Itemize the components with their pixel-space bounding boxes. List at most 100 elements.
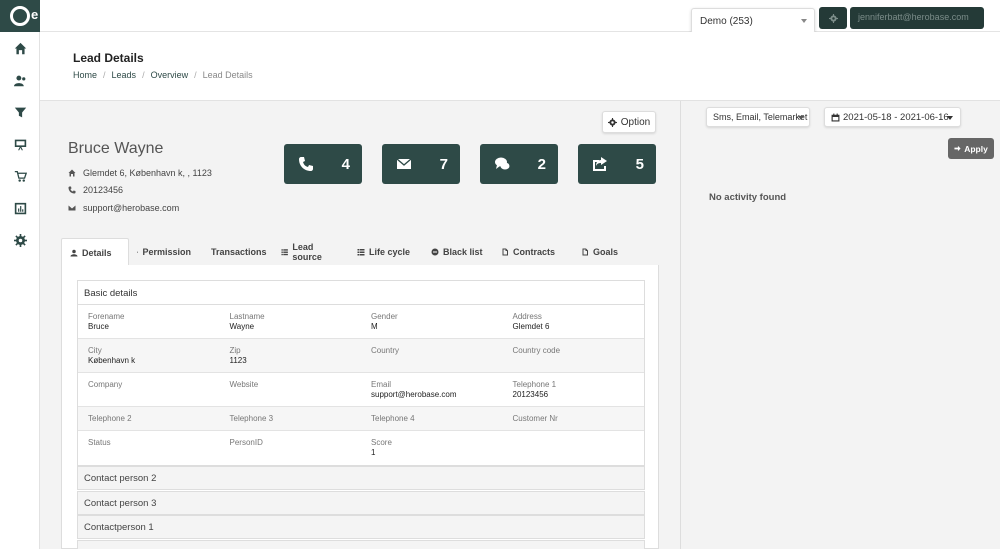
field-lastname: Lastname Wayne — [220, 305, 362, 338]
contact-person-3-panel[interactable]: Contact person 3 — [77, 491, 645, 515]
field-gender: Gender M — [361, 305, 503, 338]
field-telephone-2: Telephone 2 — [78, 407, 220, 430]
calendar-icon — [831, 113, 840, 121]
table-row: Company Website Email support@herobase.co… — [78, 373, 644, 407]
activity-panel: Sms, Email, Telemarket 2021-05-18 - 2021… — [680, 101, 1000, 549]
phone-icon — [68, 186, 76, 194]
breadcrumb-current: Lead Details — [202, 70, 253, 80]
presentation-icon — [14, 139, 26, 150]
field-value: København k — [88, 356, 136, 365]
field-value: 20123456 — [512, 390, 549, 399]
field-label: Score — [371, 438, 392, 447]
tab-details[interactable]: Details — [61, 238, 129, 266]
breadcrumb-overview[interactable]: Overview — [151, 70, 189, 80]
tab-transactions-label: Transactions — [211, 247, 267, 257]
lead-address-text: Glemdet 6, København k, , 1123 — [83, 168, 212, 178]
lead-phone-text: 20123456 — [83, 185, 124, 195]
stat-messages[interactable]: 2 — [480, 144, 558, 184]
minus-circle-icon — [431, 248, 439, 256]
tab-goals[interactable]: Goals — [573, 238, 633, 266]
share-icon — [593, 157, 607, 171]
settings-button[interactable] — [819, 7, 847, 29]
campaign-select-value: Demo (253) — [700, 16, 753, 27]
breadcrumb-home[interactable]: Home — [73, 70, 97, 80]
stat-emails[interactable]: 7 — [382, 144, 460, 184]
list-icon — [357, 249, 365, 256]
nav-reports[interactable] — [0, 192, 40, 224]
lead-main-panel: Option Bruce Wayne Glemdet 6, København … — [40, 101, 680, 549]
phone-icon — [299, 157, 313, 171]
users-icon — [13, 75, 25, 86]
nav-filter[interactable] — [0, 96, 40, 128]
channel-select[interactable]: Sms, Email, Telemarket — [706, 107, 810, 127]
apply-button[interactable]: Apply — [948, 138, 994, 159]
field-score: Score 1 — [361, 431, 503, 465]
tab-permission-label: Permission — [142, 247, 191, 257]
arrow-right-icon — [954, 145, 961, 152]
nav-leads[interactable] — [0, 64, 40, 96]
tab-contracts[interactable]: Contracts — [493, 238, 573, 266]
user-menu-button[interactable]: jenniferbatt@herobase.com — [850, 7, 984, 29]
app-logo[interactable]: e — [0, 0, 40, 32]
cart-icon — [14, 170, 27, 182]
tab-lead-source[interactable]: Lead source — [273, 238, 349, 266]
tab-life-cycle-label: Life cycle — [369, 247, 411, 257]
stat-calls[interactable]: 4 — [284, 144, 362, 184]
tab-contracts-label: Contracts — [513, 247, 556, 257]
user-icon — [70, 249, 78, 256]
contact-person-2-panel[interactable]: Contact person 2 — [77, 466, 645, 490]
nav-settings[interactable] — [0, 224, 40, 256]
table-row: Status PersonID Score 1 — [78, 431, 644, 465]
lead-address: Glemdet 6, København k, , 1123 — [68, 168, 212, 178]
nav-campaigns[interactable] — [0, 128, 40, 160]
tab-black-list-label: Black list — [443, 247, 483, 257]
logo-mark-icon — [10, 6, 30, 26]
field-company: Company — [78, 373, 220, 406]
tab-black-list[interactable]: Black list — [423, 238, 493, 266]
field-telephone-3: Telephone 3 — [220, 407, 362, 430]
envelope-icon — [396, 158, 412, 169]
stat-shares[interactable]: 5 — [578, 144, 656, 184]
field-value: 1123 — [229, 356, 247, 365]
field-city: City København k — [78, 339, 220, 372]
file-icon — [582, 248, 588, 256]
lead-tabs: Details Permission Transactions Lead sou… — [61, 238, 659, 266]
option-button[interactable]: Option — [602, 111, 656, 133]
topbar: Demo (253) jenniferbatt@herobase.com — [40, 0, 1000, 34]
caret-down-icon — [947, 116, 953, 120]
field-label: PersonID — [229, 438, 263, 447]
tab-lead-source-label: Lead source — [292, 242, 322, 262]
contactperson-1-panel[interactable]: Contactperson 1 — [77, 515, 645, 539]
caret-down-icon — [801, 19, 807, 23]
lock-icon — [137, 251, 139, 253]
field-label: Lastname — [229, 312, 265, 321]
comments-icon — [495, 157, 510, 170]
field-value: support@herobase.com — [371, 390, 457, 399]
date-range-button[interactable]: 2021-05-18 - 2021-06-16 — [824, 107, 961, 127]
home-icon — [14, 42, 26, 54]
tab-life-cycle[interactable]: Life cycle — [349, 238, 423, 266]
field-person-id: PersonID — [220, 431, 362, 465]
field-label: Telephone 1 — [512, 380, 557, 389]
nav-cart[interactable] — [0, 160, 40, 192]
file-icon — [502, 248, 508, 256]
field-label: Telephone 2 — [88, 414, 132, 423]
field-label: Forename — [88, 312, 125, 321]
field-label: Status — [88, 438, 111, 447]
breadcrumb-leads[interactable]: Leads — [112, 70, 137, 80]
field-telephone-1: Telephone 1 20123456 — [503, 373, 645, 406]
field-customer-nr: Customer Nr — [503, 407, 645, 430]
field-address: Address Glemdet 6 — [503, 305, 645, 338]
field-label: Telephone 4 — [371, 414, 415, 423]
tab-permission[interactable]: Permission — [129, 238, 199, 266]
campaign-select[interactable]: Demo (253) — [691, 8, 815, 34]
lead-email-text: support@herobase.com — [83, 203, 180, 213]
home-icon — [68, 169, 76, 177]
tab-transactions[interactable]: Transactions — [199, 238, 273, 266]
field-label: Email — [371, 380, 392, 389]
collapsed-panel-partial[interactable] — [77, 540, 645, 549]
channel-select-value: Sms, Email, Telemarket — [713, 112, 808, 122]
stat-shares-count: 5 — [635, 155, 644, 173]
field-telephone-4: Telephone 4 — [361, 407, 503, 430]
nav-home[interactable] — [0, 32, 40, 64]
